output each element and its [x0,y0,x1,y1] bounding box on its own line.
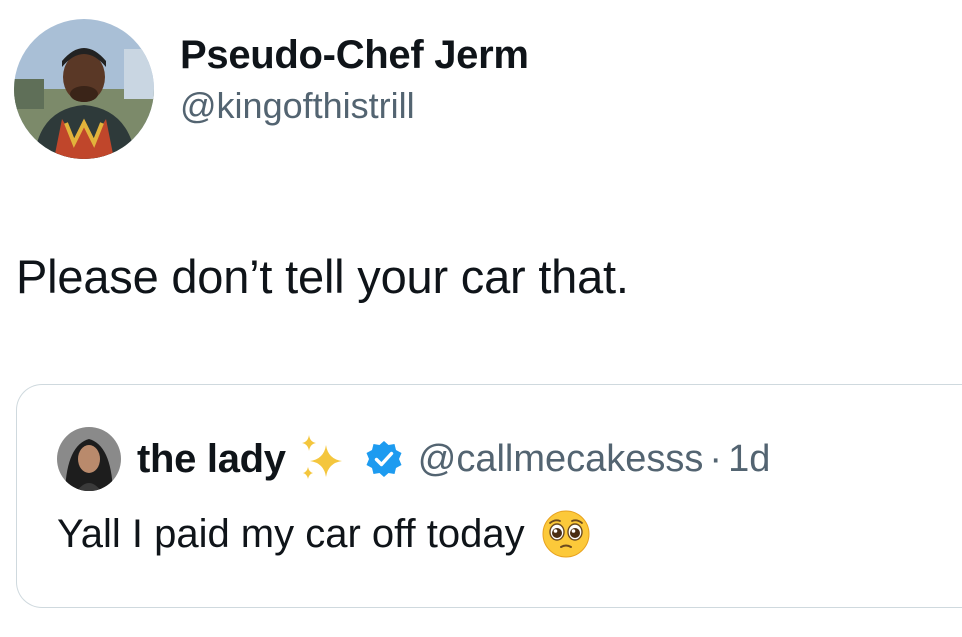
quoted-tweet-text: Yall I paid my car off today [57,512,525,556]
author-avatar[interactable] [14,19,154,159]
quoted-author-avatar[interactable] [57,427,121,491]
pleading-face-icon [541,509,591,559]
quoted-tweet[interactable]: the lady @callmecakesss · 1d Yall I paid… [16,384,962,608]
sparkles-icon [296,433,348,485]
quoted-tweet-time[interactable]: 1d [728,438,770,481]
quoted-author-handle[interactable]: @callmecakesss [418,435,704,483]
separator-dot: · [709,437,723,480]
tweet-text: Please don’t tell your car that. [16,250,629,303]
quoted-tweet-text-row: Yall I paid my car off today [57,509,591,559]
tweet-card: Pseudo-Chef Jerm @kingofthistrill Please… [0,0,962,637]
author-handle[interactable]: @kingofthistrill [180,83,529,129]
verified-badge-icon[interactable] [364,439,404,479]
author-names: Pseudo-Chef Jerm @kingofthistrill [180,31,529,129]
quoted-tweet-header: the lady @callmecakesss · 1d [57,427,770,491]
profile-photo-icon [14,19,154,159]
quoted-author-display-name[interactable]: the lady [137,435,286,483]
tweet-header: Pseudo-Chef Jerm @kingofthistrill [14,18,529,160]
profile-photo-icon [57,427,121,491]
author-display-name[interactable]: Pseudo-Chef Jerm [180,31,529,79]
